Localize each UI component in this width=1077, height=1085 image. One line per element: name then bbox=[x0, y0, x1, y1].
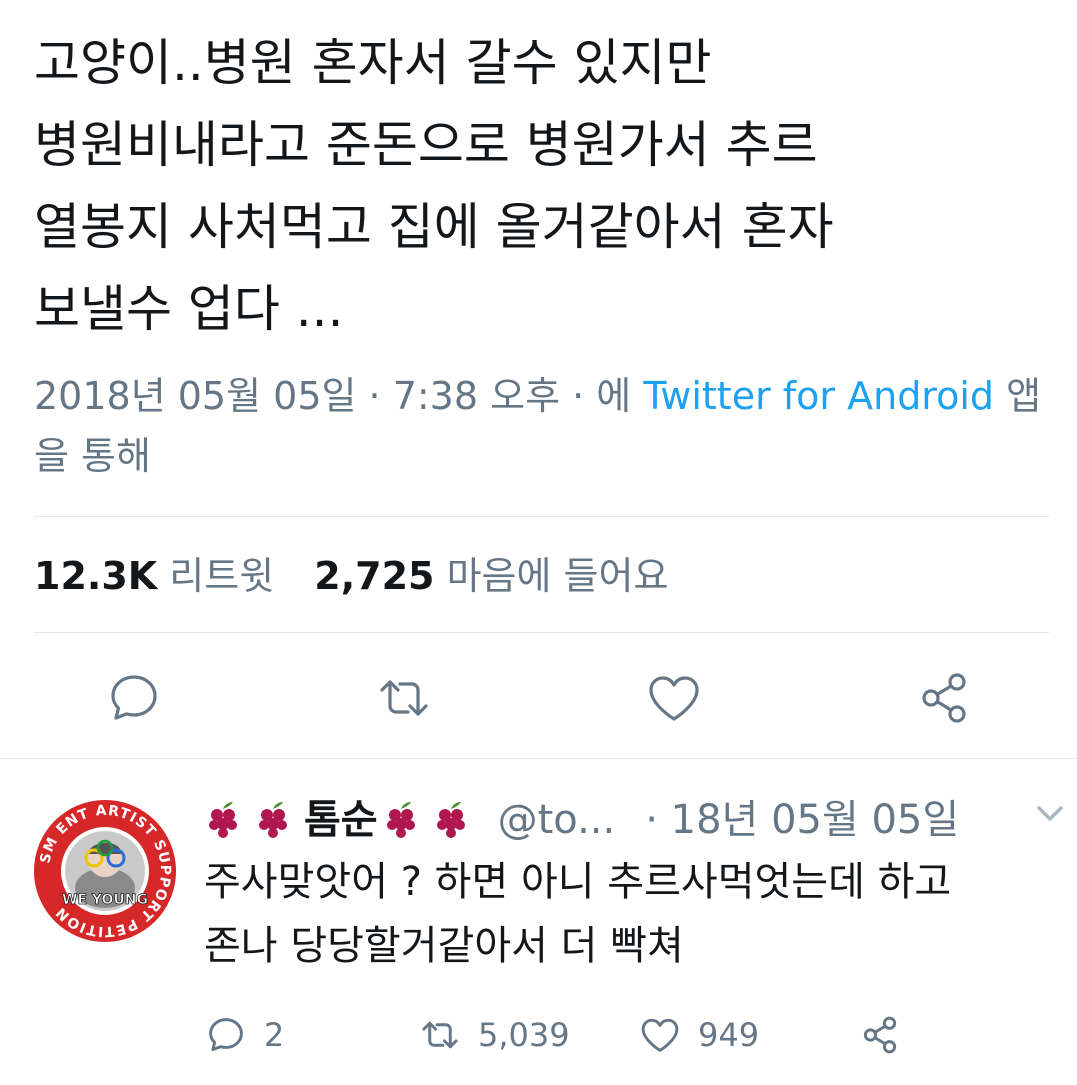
reply-icon bbox=[209, 1018, 243, 1052]
grape-icon bbox=[386, 802, 415, 838]
client-link[interactable]: Twitter for Android bbox=[643, 374, 994, 418]
reply-retweet-button[interactable]: 5,039 bbox=[418, 1008, 570, 1062]
via-prefix: 에 bbox=[596, 374, 644, 418]
like-count: 949 bbox=[698, 1016, 760, 1054]
reply-date[interactable]: 18년 05월 05일 bbox=[671, 797, 960, 843]
reply-share-button[interactable] bbox=[858, 1008, 902, 1062]
divider bbox=[34, 632, 1049, 633]
tweet-stats: 12.3K 리트윗 2,725 마음에 들어요 bbox=[34, 548, 668, 604]
reply-icon[interactable] bbox=[104, 668, 164, 728]
retweet-icon[interactable] bbox=[374, 668, 434, 728]
reply-actions: 2 5,039 949 bbox=[204, 1008, 1044, 1062]
tweet-meta: 2018년 05월 05일 · 7:38 오후 · 에 Twitter for … bbox=[34, 366, 1044, 486]
divider bbox=[0, 758, 1077, 759]
tweet-time: 7:38 오후 bbox=[392, 374, 561, 418]
likes-label[interactable]: 마음에 들어요 bbox=[447, 554, 669, 598]
meta-separator: · bbox=[645, 797, 658, 843]
retweets-label[interactable]: 리트윗 bbox=[169, 554, 274, 598]
retweets-count[interactable]: 12.3K bbox=[34, 554, 157, 598]
reply-author-name[interactable]: 톰순 bbox=[304, 797, 378, 843]
reply-author-handle[interactable]: @to... bbox=[498, 797, 616, 843]
likes-count[interactable]: 2,725 bbox=[314, 554, 434, 598]
meta-separator: · bbox=[356, 374, 393, 418]
divider bbox=[34, 516, 1049, 517]
grape-icon bbox=[259, 802, 287, 838]
avatar-caption: WE YOUNG bbox=[62, 892, 148, 908]
retweet-count: 5,039 bbox=[478, 1016, 570, 1054]
reply-like-button[interactable]: 949 bbox=[638, 1008, 759, 1062]
reply-reply-button[interactable]: 2 bbox=[204, 1008, 284, 1062]
grape-icon bbox=[209, 802, 237, 838]
retweet-icon bbox=[422, 1021, 458, 1049]
like-icon[interactable] bbox=[644, 668, 704, 728]
tweet-text: 고양이..병원 혼자서 갈수 있지만 병원비내라고 준돈으로 병원가서 추르 열… bbox=[34, 34, 834, 338]
reply-count: 2 bbox=[264, 1016, 285, 1054]
tweet-date: 2018년 05월 05일 bbox=[34, 374, 357, 418]
reply-text: 주사맞앗어 ? 하면 아니 추르사먹엇는데 하고 존나 당당할거같아서 더 빡쳐 bbox=[204, 859, 952, 969]
tweet-actions bbox=[0, 668, 1077, 728]
meta-separator: · bbox=[560, 374, 597, 418]
avatar[interactable]: SM ENT ARTIST SUPPORT PETITION WE YOUNG bbox=[34, 800, 176, 942]
reply-header: 톰순 @to... · 18년 05월 05일 bbox=[204, 790, 1054, 850]
share-icon[interactable] bbox=[914, 668, 974, 728]
share-icon bbox=[863, 1016, 897, 1054]
like-icon bbox=[641, 1018, 679, 1052]
chevron-down-icon[interactable] bbox=[1033, 796, 1067, 830]
grape-icon bbox=[436, 802, 465, 838]
